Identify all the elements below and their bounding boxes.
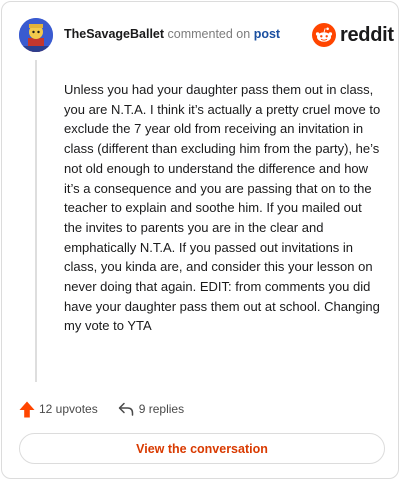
reply-action[interactable]: 9 replies: [118, 402, 184, 416]
reddit-logo[interactable]: reddit: [312, 22, 394, 48]
reply-count: 9 replies: [138, 402, 185, 416]
upvote-arrow-icon[interactable]: [19, 401, 35, 418]
avatar-illustration-icon: [19, 18, 53, 52]
thread-line: [35, 60, 37, 382]
upvote-count: 12 upvotes: [39, 402, 98, 416]
comment-actions: 12 upvotes 9 replies: [19, 400, 184, 418]
author-name[interactable]: TheSavageBallet: [64, 27, 164, 41]
comment-header: TheSavageBallet commented on post: [64, 27, 280, 41]
upvote-action[interactable]: 12 upvotes: [19, 401, 98, 418]
reply-arrow-icon[interactable]: [118, 402, 134, 416]
view-conversation-button[interactable]: View the conversation: [19, 433, 385, 464]
comment-card: TheSavageBallet commented on post reddit…: [1, 1, 399, 479]
comment-body: Unless you had your daughter pass them o…: [64, 82, 381, 334]
reddit-logo-icon: [312, 23, 336, 47]
reddit-wordmark: reddit: [340, 24, 394, 46]
commented-on-text: commented on: [167, 27, 251, 41]
post-link[interactable]: post: [254, 27, 280, 41]
user-avatar[interactable]: [19, 18, 53, 52]
